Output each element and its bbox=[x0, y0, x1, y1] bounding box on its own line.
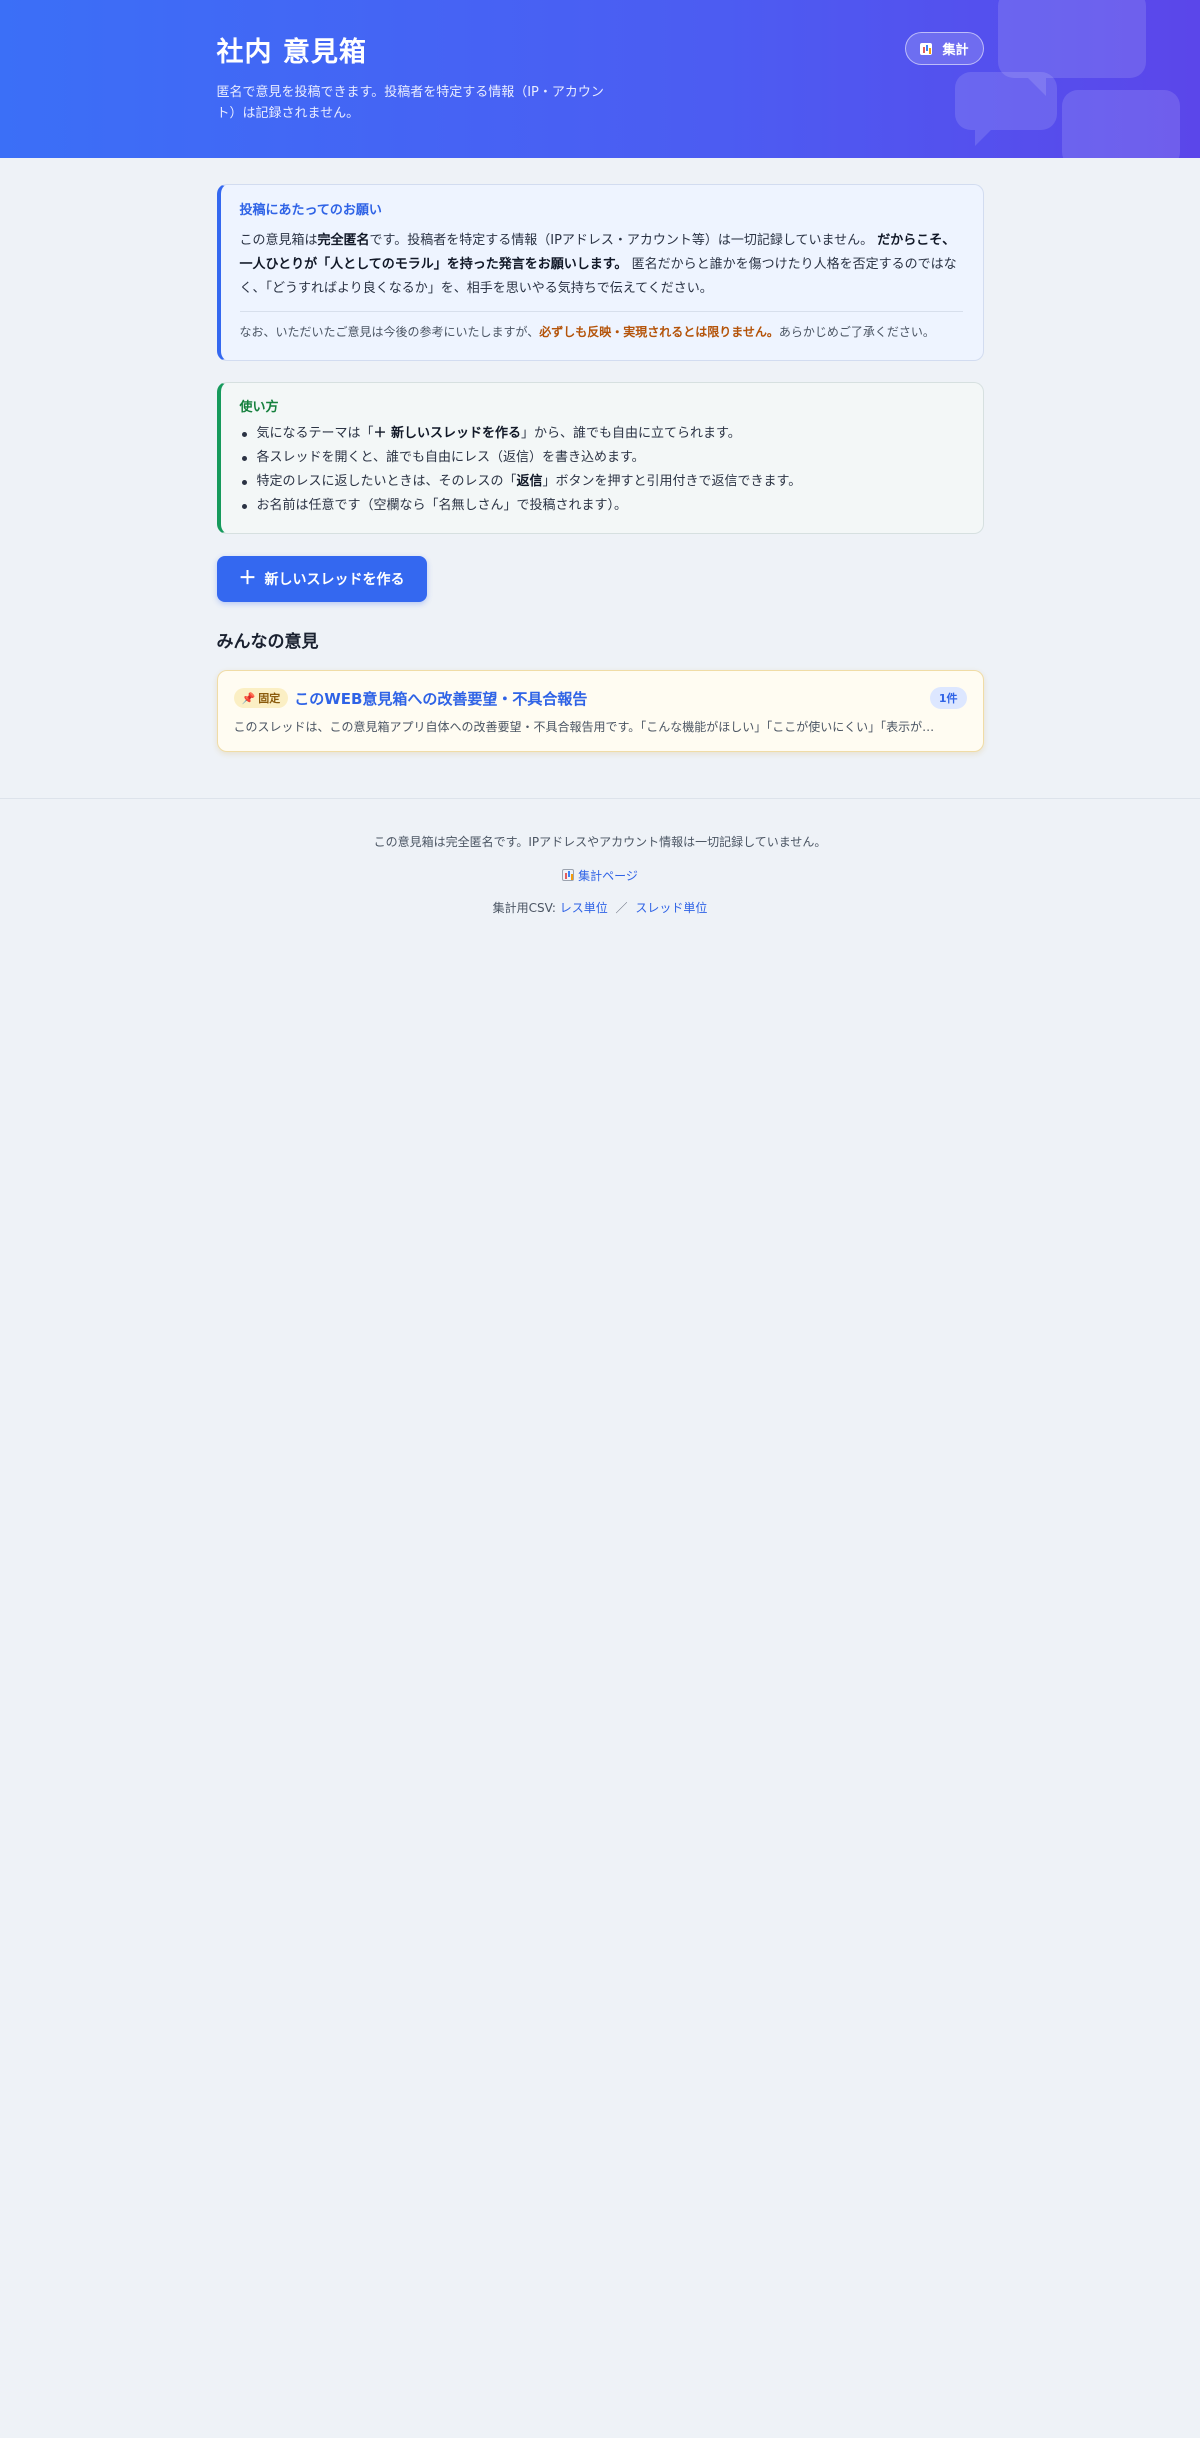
app-subtitle: 匿名で意見を投稿できます。投稿者を特定する情報（IP・アカウント）は記録されませ… bbox=[216, 85, 604, 121]
how-to-text: 」ボタンを押すと引用付きで返信できます。 bbox=[542, 474, 802, 489]
chart-icon bbox=[562, 869, 575, 881]
disclaimer-warning: 必ずしも反映・実現されるとは限りません。 bbox=[539, 325, 779, 339]
guidelines-disclaimer: なお、いただいたご意見は今後の参考にいたしますが、必ずしも反映・実現されるとは限… bbox=[240, 322, 963, 342]
footer-csv: 集計用CSV: レス単位 ／ スレッド単位 bbox=[0, 899, 1200, 917]
guidelines-text: この意見箱は bbox=[239, 233, 318, 248]
csv-label: 集計用CSV: bbox=[492, 901, 556, 915]
how-to-emphasis: ＋ 新しいスレッドを作る bbox=[373, 426, 522, 441]
guidelines-emphasis: 完全匿名 bbox=[317, 233, 370, 248]
how-to-item: 各スレッドを開くと、誰でも自由にレス（返信）を書き込めます。 bbox=[240, 446, 963, 470]
footer-stats: 集計ページ bbox=[0, 867, 1200, 885]
pinned-label: 固定 bbox=[258, 692, 281, 705]
stats-button-label: 集計 bbox=[942, 43, 969, 58]
how-to-text: 」から、誰でも自由に立てられます。 bbox=[521, 426, 741, 441]
footer-note: この意見箱は完全匿名です。IPアドレスやアカウント情報は一切記録していません。 bbox=[373, 835, 827, 849]
chart-icon bbox=[920, 42, 933, 55]
stats-button[interactable]: 集計 bbox=[905, 32, 984, 65]
speech-bubble-decoration bbox=[1062, 90, 1180, 158]
guidelines-title: 投稿にあたってのお願い bbox=[239, 203, 382, 218]
section-title: みんなの意見 bbox=[216, 632, 319, 652]
csv-separator: ／ bbox=[615, 901, 628, 915]
how-to-item: お名前は任意です（空欄なら「名無しさん」で投稿されます）。 bbox=[240, 494, 963, 518]
how-to-emphasis: 返信 bbox=[516, 474, 543, 489]
speech-bubble-decoration bbox=[998, 0, 1146, 96]
thread-excerpt: このスレッドは、この意見箱アプリ自体への改善要望・不具合報告用です。「こんな機能… bbox=[233, 720, 935, 734]
app-title: 社内 意見箱 bbox=[216, 37, 367, 68]
new-thread-button[interactable]: ＋ 新しいスレッドを作る bbox=[216, 556, 427, 602]
pinned-badge: 📌 固定 bbox=[233, 688, 289, 708]
new-thread-button-label: 新しいスレッドを作る bbox=[264, 572, 405, 588]
csv-res-link[interactable]: レス単位 bbox=[560, 901, 608, 915]
reply-count-badge: 1件 bbox=[929, 687, 967, 709]
thread-card[interactable]: 📌 固定 このWEB意見箱への改善要望・不具合報告 1件 このスレッドは、この意… bbox=[216, 670, 984, 752]
plus-icon: ＋ bbox=[238, 568, 257, 589]
how-to-text: 気になるテーマは「 bbox=[256, 426, 374, 441]
how-to-text: 特定のレスに返したいときは、そのレスの「 bbox=[256, 474, 517, 489]
how-to-title: 使い方 bbox=[239, 400, 279, 415]
pin-icon: 📌 bbox=[241, 691, 256, 705]
guidelines-body: この意見箱は完全匿名です。投稿者を特定する情報（IPアドレス・アカウント等）は一… bbox=[240, 229, 963, 301]
thread-title[interactable]: このWEB意見箱への改善要望・不具合報告 bbox=[294, 688, 587, 709]
page-footer: この意見箱は完全匿名です。IPアドレスやアカウント情報は一切記録していません。 … bbox=[0, 798, 1200, 917]
how-to-box: 使い方 気になるテーマは「＋ 新しいスレッドを作る」から、誰でも自由に立てられま… bbox=[216, 382, 984, 534]
guidelines-text: です。投稿者を特定する情報（IPアドレス・アカウント等）は一切記録していません。 bbox=[369, 233, 874, 248]
posting-guidelines-box: 投稿にあたってのお願い この意見箱は完全匿名です。投稿者を特定する情報（IPアド… bbox=[216, 184, 984, 361]
disclaimer-text: なお、いただいたご意見は今後の参考にいたしますが、 bbox=[239, 325, 540, 339]
csv-thread-link[interactable]: スレッド単位 bbox=[635, 901, 707, 915]
divider bbox=[239, 311, 963, 312]
page-header: 社内 意見箱 匿名で意見を投稿できます。投稿者を特定する情報（IP・アカウント）… bbox=[0, 0, 1200, 158]
how-to-item: 気になるテーマは「＋ 新しいスレッドを作る」から、誰でも自由に立てられます。 bbox=[240, 422, 963, 446]
main-content: 投稿にあたってのお願い この意見箱は完全匿名です。投稿者を特定する情報（IPアド… bbox=[216, 158, 984, 752]
how-to-item: 特定のレスに返したいときは、そのレスの「返信」ボタンを押すと引用付きで返信できま… bbox=[240, 470, 963, 494]
stats-page-link[interactable]: 集計ページ bbox=[578, 869, 638, 883]
disclaimer-text: あらかじめご了承ください。 bbox=[778, 325, 935, 339]
how-to-list: 気になるテーマは「＋ 新しいスレッドを作る」から、誰でも自由に立てられます。 各… bbox=[240, 422, 963, 518]
